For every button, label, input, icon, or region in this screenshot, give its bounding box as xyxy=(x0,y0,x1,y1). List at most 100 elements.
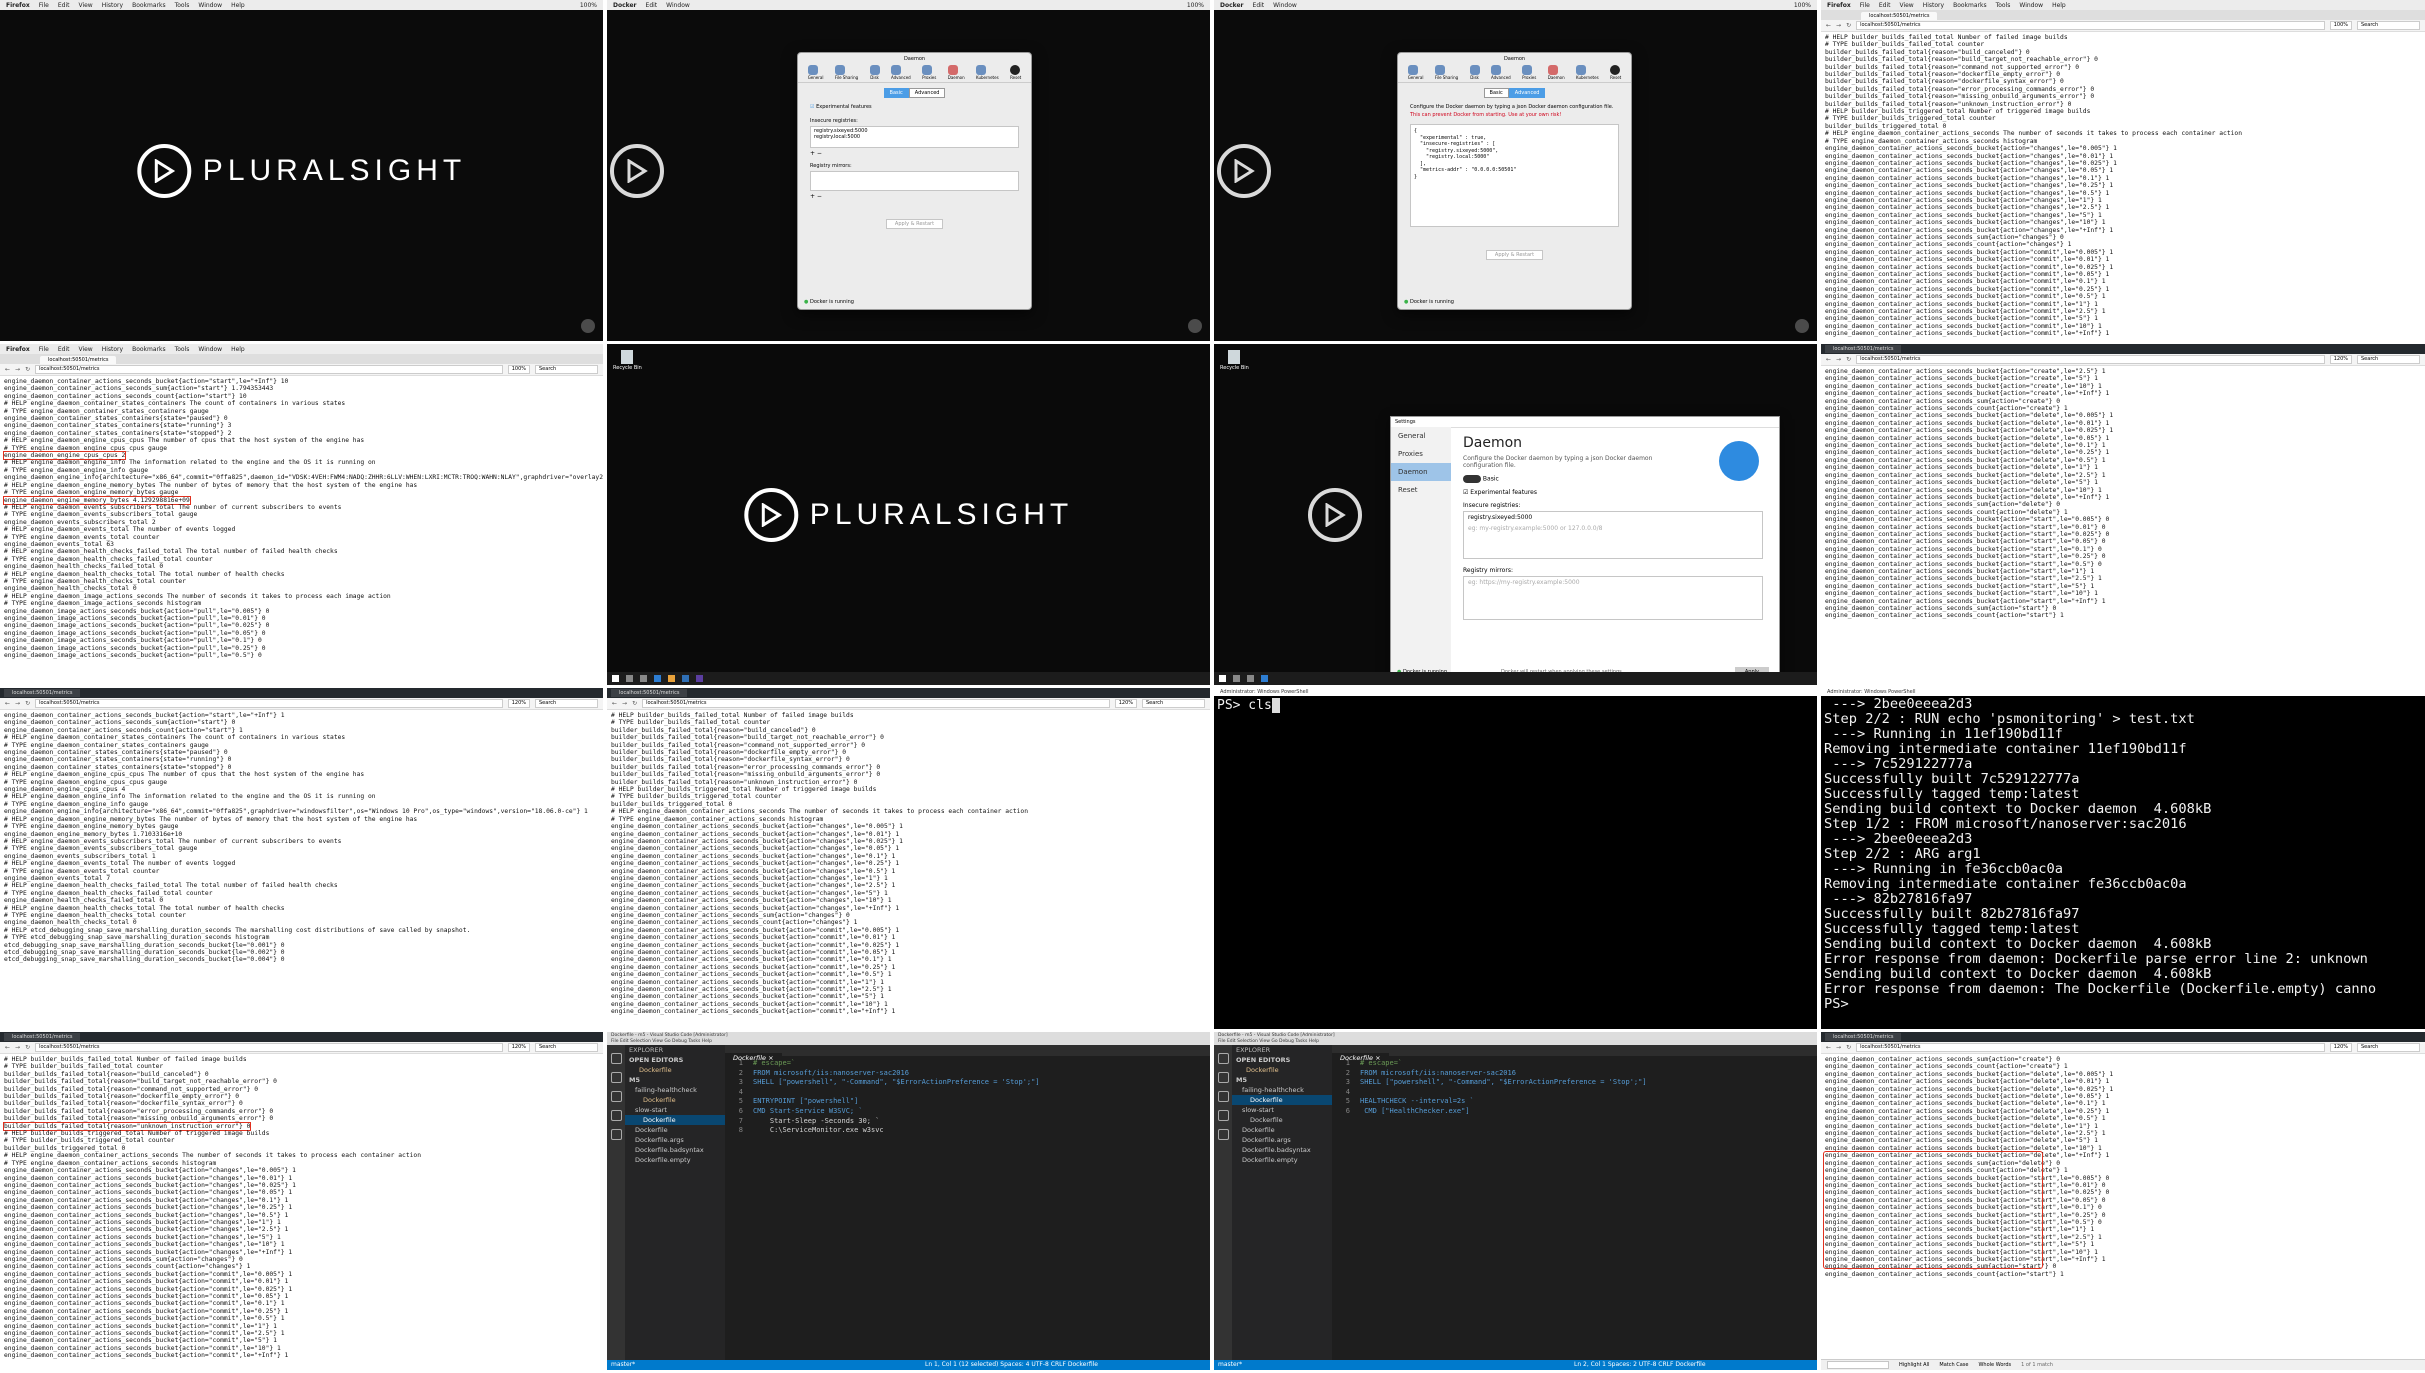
url-field[interactable]: localhost:50501/metrics xyxy=(642,699,1110,708)
tree-file[interactable]: Dockerfile.args xyxy=(1232,1135,1332,1145)
insecure-entry[interactable]: registry.local:5000 xyxy=(814,134,1015,140)
taskview-icon[interactable] xyxy=(1247,675,1254,682)
menu-view[interactable]: View xyxy=(78,2,92,9)
back-icon[interactable]: ← xyxy=(5,1044,10,1051)
menu-bookmarks[interactable]: Bookmarks xyxy=(132,346,166,353)
folder-header[interactable]: M5 xyxy=(1232,1075,1332,1085)
explorer-icon[interactable] xyxy=(1261,675,1268,682)
zoom-level[interactable]: 100% xyxy=(507,365,530,374)
tree-file[interactable]: Dockerfile xyxy=(625,1125,725,1135)
apply-restart-button[interactable]: Apply & Restart xyxy=(1485,250,1544,260)
match-case-toggle[interactable]: Match Case xyxy=(1939,1362,1968,1368)
url-field[interactable]: localhost:50501/metrics xyxy=(35,365,503,374)
menu-history[interactable]: History xyxy=(102,2,123,9)
sidebar-item-proxies[interactable]: Proxies xyxy=(1391,445,1451,463)
forward-icon[interactable]: → xyxy=(1836,22,1841,29)
open-editor-item[interactable]: Dockerfile xyxy=(1232,1065,1332,1075)
menu-tools[interactable]: Tools xyxy=(175,346,190,353)
prefs-tab-advanced[interactable]: Advanced xyxy=(890,65,911,80)
tree-file[interactable]: Dockerfile.empty xyxy=(625,1155,725,1165)
browser-tab[interactable]: localhost:50501/metrics xyxy=(40,356,117,364)
menu-window[interactable]: Window xyxy=(198,2,222,9)
menu-tools[interactable]: Tools xyxy=(175,2,190,9)
basic-tab[interactable]: Basic xyxy=(1483,88,1509,98)
search-input[interactable]: Search xyxy=(2357,1043,2420,1052)
browser-tab[interactable]: localhost:50501/metrics xyxy=(1825,345,1902,353)
menu-file[interactable]: File xyxy=(39,346,49,353)
status-info[interactable]: Ln 1, Col 1 (12 selected) Spaces: 4 UTF-… xyxy=(925,1360,1098,1370)
tree-file[interactable]: Dockerfile.badsyntax xyxy=(625,1145,725,1155)
highlight-all-toggle[interactable]: Highlight All xyxy=(1899,1362,1929,1368)
prefs-tab-disk[interactable]: Disk xyxy=(869,65,880,80)
files-icon[interactable] xyxy=(1217,1053,1229,1064)
console-output[interactable]: ---> 2bee0eeea2d3 Step 2/2 : RUN echo 'ps… xyxy=(1821,696,2425,1013)
url-field[interactable]: localhost:50501/metrics xyxy=(35,1043,503,1052)
extensions-icon[interactable] xyxy=(1217,1129,1229,1140)
recycle-bin[interactable]: Recycle Bin xyxy=(1220,350,1249,371)
start-icon[interactable] xyxy=(612,675,619,682)
menu-window[interactable]: Window xyxy=(666,2,690,9)
prefs-tab-daemon[interactable]: Daemon xyxy=(1547,65,1565,80)
reload-icon[interactable]: ↻ xyxy=(1846,1044,1851,1051)
reload-icon[interactable]: ↻ xyxy=(632,700,637,707)
prefs-tab-proxies[interactable]: Proxies xyxy=(922,65,936,80)
forward-icon[interactable]: → xyxy=(15,1044,20,1051)
code-editor[interactable]: 1 # escape=` 2 FROM microsoft/iis:nanoserve… xyxy=(725,1056,1210,1136)
open-editors-header[interactable]: OPEN EDITORS xyxy=(1232,1055,1332,1065)
browser-tab[interactable]: localhost:50501/metrics xyxy=(611,689,688,697)
prefs-tab-kubernetes[interactable]: Kubernetes xyxy=(976,65,999,80)
zoom-level[interactable]: 120% xyxy=(2329,355,2352,364)
add-remove-buttons[interactable]: + − xyxy=(810,150,1019,157)
menu-edit[interactable]: Edit xyxy=(646,2,658,9)
daemon-json-editor[interactable]: { "experimental" : true, "insecure-regis… xyxy=(1410,124,1619,227)
browser-tab[interactable]: localhost:50501/metrics xyxy=(4,1033,81,1041)
menu-firefox[interactable]: Firefox xyxy=(6,2,30,9)
search-input[interactable]: Search xyxy=(535,699,598,708)
open-editor-item[interactable]: Dockerfile xyxy=(625,1065,725,1075)
back-icon[interactable]: ← xyxy=(5,366,10,373)
zoom-level[interactable]: 100% xyxy=(2329,21,2352,30)
tree-folder[interactable]: slow-start xyxy=(625,1105,725,1115)
source-control-icon[interactable] xyxy=(610,1091,622,1102)
menu-edit[interactable]: Edit xyxy=(1879,2,1891,9)
search-input[interactable]: Search xyxy=(535,1043,598,1052)
forward-icon[interactable]: → xyxy=(1836,356,1841,363)
git-branch[interactable]: master* xyxy=(611,1361,635,1368)
basic-toggle[interactable]: Basic xyxy=(1463,475,1763,483)
url-field[interactable]: localhost:50501/metrics xyxy=(1856,1043,2325,1052)
debug-icon[interactable] xyxy=(1217,1110,1229,1121)
browser-tab[interactable]: localhost:50501/metrics xyxy=(1861,12,1938,20)
recycle-bin[interactable]: Recycle Bin xyxy=(613,350,642,371)
tree-file[interactable]: Dockerfile xyxy=(625,1115,725,1125)
search-input[interactable]: Search xyxy=(2357,355,2420,364)
menu-tools[interactable]: Tools xyxy=(1996,2,2011,9)
menu-docker[interactable]: Docker xyxy=(613,2,637,9)
zoom-level[interactable]: 120% xyxy=(507,699,530,708)
search-input[interactable]: Search xyxy=(535,365,598,374)
reload-icon[interactable]: ↻ xyxy=(25,700,30,707)
sidebar-item-general[interactable]: General xyxy=(1391,427,1451,445)
source-control-icon[interactable] xyxy=(1217,1091,1229,1102)
tree-file[interactable]: Dockerfile.badsyntax xyxy=(1232,1145,1332,1155)
url-field[interactable]: localhost:50501/metrics xyxy=(1856,21,2325,30)
prefs-tab-reset[interactable]: Reset xyxy=(1610,65,1621,80)
prefs-tab-proxies[interactable]: Proxies xyxy=(1522,65,1536,80)
search-input[interactable]: Search xyxy=(1142,699,1205,708)
git-branch[interactable]: master* xyxy=(1218,1361,1242,1368)
search-icon[interactable] xyxy=(610,1072,622,1083)
mirrors-list[interactable]: eg: https://my-registry.example:5000 xyxy=(1463,576,1763,620)
debug-icon[interactable] xyxy=(610,1110,622,1121)
start-icon[interactable] xyxy=(1219,675,1226,682)
sidebar-item-daemon[interactable]: Daemon xyxy=(1391,463,1451,481)
reload-icon[interactable]: ↻ xyxy=(25,366,30,373)
find-input[interactable] xyxy=(1827,1361,1889,1369)
back-icon[interactable]: ← xyxy=(1826,22,1831,29)
back-icon[interactable]: ← xyxy=(5,700,10,707)
insecure-list[interactable]: registry.sixeyed:5000 eg: my-registry.ex… xyxy=(1463,511,1763,559)
search-icon[interactable] xyxy=(626,675,633,682)
explorer-icon[interactable] xyxy=(654,675,661,682)
menu-file[interactable]: File xyxy=(1860,2,1870,9)
tree-file[interactable]: Dockerfile xyxy=(1232,1095,1332,1105)
back-icon[interactable]: ← xyxy=(612,700,617,707)
firefox-icon[interactable] xyxy=(668,675,675,682)
